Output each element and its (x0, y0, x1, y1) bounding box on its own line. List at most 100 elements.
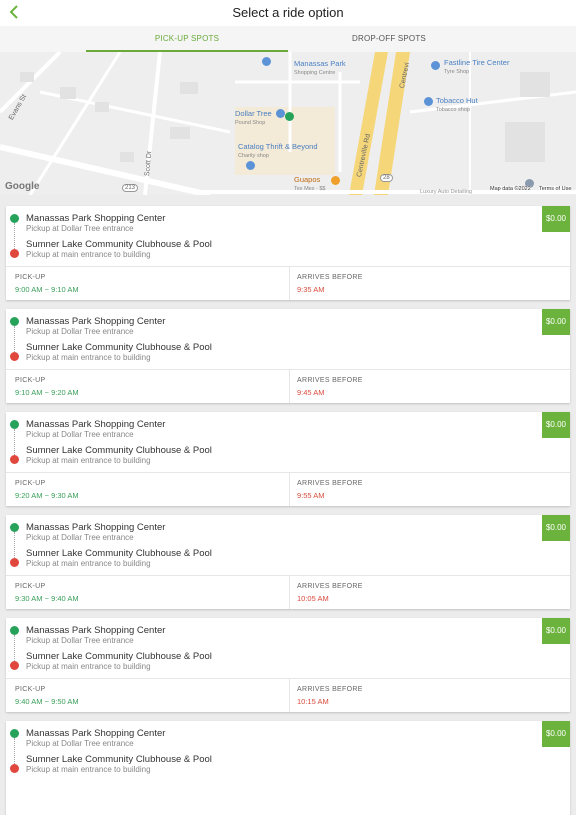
shopping-pin-icon[interactable] (262, 57, 271, 66)
ride-option-card[interactable]: $0.00 Manassas Park Shopping Center Pick… (6, 618, 570, 712)
pickup-location-name: Manassas Park Shopping Center (26, 728, 166, 739)
pickup-pin-icon (10, 729, 19, 738)
divider (6, 266, 570, 267)
divider (289, 369, 290, 403)
divider (6, 369, 570, 370)
dropoff-pin-icon (10, 352, 19, 361)
route-connector (14, 326, 16, 352)
route-connector (14, 635, 16, 661)
pickup-pin-icon (10, 626, 19, 635)
divider (289, 678, 290, 712)
map-attribution: Map data ©2022 (490, 186, 531, 192)
ride-option-card[interactable]: $0.00 Manassas Park Shopping Center Pick… (6, 515, 570, 609)
pickup-location-detail: Pickup at Dollar Tree entrance (26, 430, 134, 439)
arrive-time: 9:45 AM (297, 388, 325, 397)
route-connector (14, 429, 16, 455)
dropoff-location-detail: Pickup at main entrance to building (26, 559, 151, 568)
pickup-location-detail: Pickup at Dollar Tree entrance (26, 636, 134, 645)
map-place[interactable]: Dollar Tree Pound Shop (235, 110, 272, 127)
page-title: Select a ride option (232, 5, 344, 20)
divider (6, 575, 570, 576)
pickup-location-detail: Pickup at Dollar Tree entrance (26, 224, 134, 233)
arrives-label: ARRIVES BEFORE (297, 583, 363, 590)
map-terms-link[interactable]: Terms of Use (539, 186, 572, 192)
dropoff-pin-icon (10, 661, 19, 670)
pickup-time: 9:20 AM ~ 9:30 AM (15, 491, 79, 500)
route-connector (14, 532, 16, 558)
price-badge: $0.00 (542, 309, 570, 335)
pickup-time: 9:30 AM ~ 9:40 AM (15, 594, 79, 603)
map-place[interactable]: Tobacco Hut Tobacco shop (436, 97, 478, 114)
map-place[interactable]: Manassas Park Shopping Centre (294, 60, 346, 77)
dropoff-location-detail: Pickup at main entrance to building (26, 765, 151, 774)
shopping-pin-icon[interactable] (431, 61, 440, 70)
divider (289, 472, 290, 506)
shopping-pin-icon[interactable] (276, 109, 285, 118)
divider (6, 678, 570, 679)
dropoff-pin-icon (10, 764, 19, 773)
dropoff-location-name: Sumner Lake Community Clubhouse & Pool (26, 342, 212, 353)
arrives-label: ARRIVES BEFORE (297, 377, 363, 384)
route-connector (14, 223, 16, 249)
map-place[interactable]: Fastline Tire Center Tyre Shop (444, 59, 509, 76)
pickup-label: PICK-UP (15, 480, 46, 487)
dropoff-pin-icon (10, 558, 19, 567)
arrive-time: 10:05 AM (297, 594, 329, 603)
pickup-location-detail: Pickup at Dollar Tree entrance (26, 533, 134, 542)
google-logo: Google (5, 181, 40, 192)
selected-pickup-pin-icon[interactable] (285, 112, 294, 121)
pickup-pin-icon (10, 523, 19, 532)
dropoff-location-detail: Pickup at main entrance to building (26, 662, 151, 671)
ride-option-card[interactable]: $0.00 Manassas Park Shopping Center Pick… (6, 412, 570, 506)
pickup-label: PICK-UP (15, 583, 46, 590)
map-place[interactable]: Catalog Thrift & Beyond Charity shop (238, 143, 318, 160)
price-badge: $0.00 (542, 206, 570, 232)
map-place[interactable]: Guapos Tex Mex · $$ (294, 176, 325, 193)
pickup-label: PICK-UP (15, 274, 46, 281)
route-connector (14, 738, 16, 764)
shopping-pin-icon[interactable] (246, 161, 255, 170)
price-badge: $0.00 (542, 412, 570, 438)
dropoff-pin-icon (10, 249, 19, 258)
pickup-pin-icon (10, 420, 19, 429)
dropoff-location-detail: Pickup at main entrance to building (26, 250, 151, 259)
arrives-label: ARRIVES BEFORE (297, 686, 363, 693)
dropoff-location-detail: Pickup at main entrance to building (26, 456, 151, 465)
dropoff-location-name: Sumner Lake Community Clubhouse & Pool (26, 548, 212, 559)
price-badge: $0.00 (542, 515, 570, 541)
dropoff-location-name: Sumner Lake Community Clubhouse & Pool (26, 239, 212, 250)
ride-option-card[interactable]: $0.00 Manassas Park Shopping Center Pick… (6, 721, 570, 815)
pickup-location-name: Manassas Park Shopping Center (26, 419, 166, 430)
ride-option-card[interactable]: $0.00 Manassas Park Shopping Center Pick… (6, 309, 570, 403)
pickup-location-name: Manassas Park Shopping Center (26, 316, 166, 327)
price-badge: $0.00 (542, 618, 570, 644)
divider (6, 472, 570, 473)
pickup-label: PICK-UP (15, 686, 46, 693)
tab-bar: PICK-UP SPOTS DROP-OFF SPOTS (0, 26, 576, 52)
arrive-time: 9:35 AM (297, 285, 325, 294)
ride-option-card[interactable]: $0.00 Manassas Park Shopping Center Pick… (6, 206, 570, 300)
pickup-location-name: Manassas Park Shopping Center (26, 625, 166, 636)
pickup-pin-icon (10, 214, 19, 223)
pickup-location-name: Manassas Park Shopping Center (26, 522, 166, 533)
shopping-pin-icon[interactable] (424, 97, 433, 106)
arrive-time: 10:15 AM (297, 697, 329, 706)
tab-dropoff-spots[interactable]: DROP-OFF SPOTS (288, 26, 490, 52)
pickup-location-detail: Pickup at Dollar Tree entrance (26, 739, 134, 748)
pickup-time: 9:40 AM ~ 9:50 AM (15, 697, 79, 706)
divider (289, 266, 290, 300)
dropoff-pin-icon (10, 455, 19, 464)
dropoff-location-name: Sumner Lake Community Clubhouse & Pool (26, 651, 212, 662)
restaurant-pin-icon[interactable] (331, 176, 340, 185)
arrive-time: 9:55 AM (297, 491, 325, 500)
pickup-time: 9:10 AM ~ 9:20 AM (15, 388, 79, 397)
divider (289, 575, 290, 609)
price-badge: $0.00 (542, 721, 570, 747)
tab-pickup-spots[interactable]: PICK-UP SPOTS (86, 26, 288, 52)
map-faded-label: Luxury Auto Detailing (420, 189, 472, 195)
arrives-label: ARRIVES BEFORE (297, 274, 363, 281)
map-view[interactable]: Evans St Scott Dr Centreville Rd Centrev… (0, 52, 576, 195)
route-badge: 28 (380, 174, 393, 182)
pickup-location-name: Manassas Park Shopping Center (26, 213, 166, 224)
top-bar: Select a ride option (0, 0, 576, 26)
